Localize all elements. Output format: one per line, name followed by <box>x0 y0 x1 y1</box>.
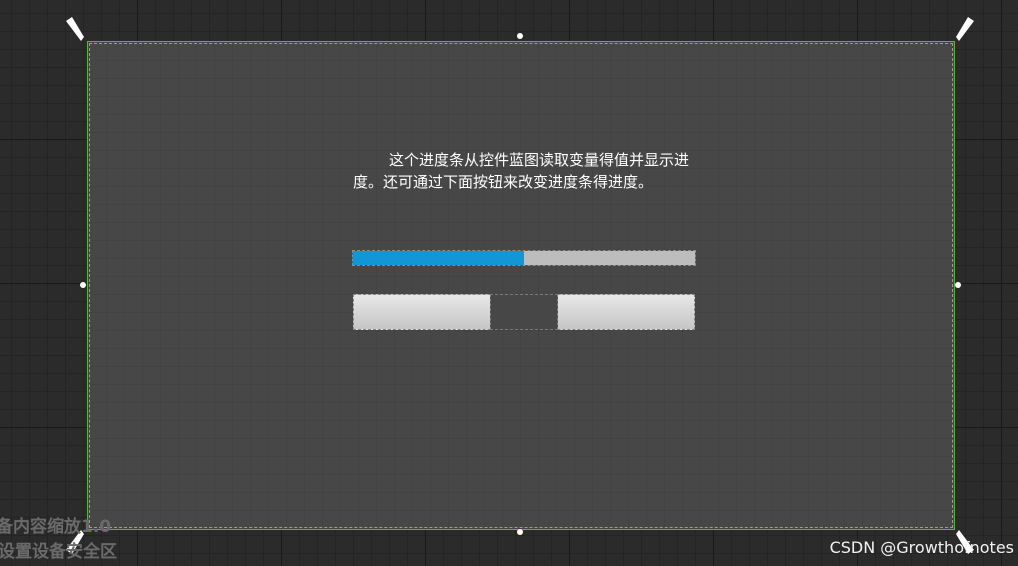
resize-handle-left[interactable] <box>80 282 86 288</box>
progress-bar-fill <box>353 251 524 265</box>
resize-handle-top[interactable] <box>517 33 523 39</box>
button-content-slot <box>490 294 558 330</box>
design-canvas <box>87 41 955 530</box>
resize-handle-right[interactable] <box>955 282 961 288</box>
anchor-top-right-icon[interactable] <box>954 17 974 41</box>
dpi-scale-label: 备内容缩放1.0 <box>0 517 112 537</box>
change-progress-button[interactable] <box>353 294 695 330</box>
anchor-top-left-icon[interactable] <box>64 17 84 41</box>
resize-handle-bottom[interactable] <box>517 529 523 535</box>
progress-bar <box>352 250 696 266</box>
description-text: 这个进度条从控件蓝图读取变量得值并显示进度。还可通过下面按钮来改变进度条得进度。 <box>353 151 690 191</box>
safe-zone-label: 设置设备安全区 <box>0 542 117 562</box>
csdn-watermark: CSDN @Growthofnotes <box>829 538 1014 557</box>
